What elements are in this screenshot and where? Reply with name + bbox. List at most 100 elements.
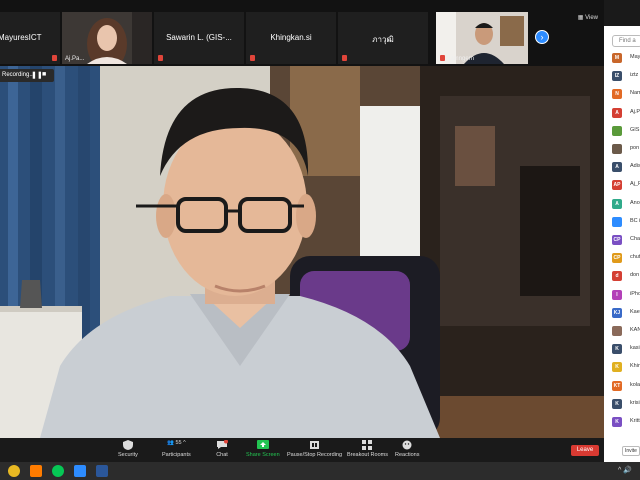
participant-list-item[interactable]: BC i <box>612 216 640 229</box>
participants-count: 55 <box>175 440 182 446</box>
muted-mic-icon <box>158 55 163 61</box>
chat-icon <box>217 440 228 449</box>
participant-list-name: Nam <box>630 90 640 97</box>
pause-recording-icon[interactable]: ❚❚ <box>31 71 43 79</box>
participant-list-name: Cha <box>630 236 640 242</box>
participant-list-item[interactable]: IZ iztz <box>612 71 640 83</box>
avatar: KT <box>612 380 622 391</box>
avatar: K <box>612 398 622 409</box>
participant-list-item[interactable]: A Ano <box>612 198 640 211</box>
participant-list-item[interactable]: KJ Kae <box>612 307 640 320</box>
reactions-button[interactable]: Reactions <box>395 440 419 458</box>
word-icon[interactable] <box>96 465 108 477</box>
avatar: I <box>612 289 622 300</box>
participant-list-item[interactable]: pon <box>612 144 640 156</box>
security-button[interactable]: Security <box>118 440 138 458</box>
chat-button[interactable]: Chat <box>216 440 228 458</box>
participant-name: MayuresICT <box>0 33 42 42</box>
participants-label: Participants <box>162 452 191 458</box>
share-screen-icon <box>256 440 269 449</box>
participant-list-name: Aj_P <box>630 181 640 188</box>
breakout-rooms-icon <box>362 440 373 450</box>
participant-tile[interactable]: Aj.Pa... <box>62 12 152 64</box>
participant-list-item[interactable]: K Kritt <box>612 417 640 429</box>
avatar: A <box>612 198 622 209</box>
leave-button[interactable]: Leave <box>571 445 599 456</box>
participant-name: ภาวุฒิ <box>372 35 394 44</box>
avatar <box>612 144 622 154</box>
participant-list-item[interactable]: IiPho <box>612 289 640 302</box>
participant-list-item[interactable]: AP Aj_P <box>612 180 640 192</box>
avatar: K <box>612 344 622 355</box>
recording-button-label: Pause/Stop Recording <box>287 452 343 458</box>
avatar: M <box>612 53 622 63</box>
participant-list-name: Khin <box>630 363 640 370</box>
next-page-button[interactable]: › <box>535 30 549 44</box>
participant-tile[interactable]: Namngern <box>436 12 528 64</box>
stop-recording-icon[interactable]: ■ <box>42 71 46 78</box>
zoom-icon[interactable] <box>74 465 86 477</box>
avatar <box>612 326 622 336</box>
recording-controls-icon <box>309 441 319 449</box>
participant-list-name: pon <box>630 145 640 151</box>
participant-list-name: May <box>630 54 640 60</box>
participant-tile[interactable]: Khingkan.si <box>246 12 336 64</box>
participant-list-item[interactable]: A Aj.P <box>612 107 640 120</box>
chrome-icon[interactable] <box>8 465 20 477</box>
meeting-toolbar: Security 👥 55 ^ Participants Chat Share … <box>0 438 604 462</box>
participant-list-name: Kae <box>630 308 640 315</box>
participant-list-name: BC i <box>630 217 640 224</box>
participant-list-item[interactable]: d don <box>612 271 640 283</box>
participant-list-item[interactable]: A Adis <box>612 162 640 174</box>
participants-button[interactable]: 👥 55 ^ Participants <box>162 440 191 458</box>
share-screen-button[interactable]: Share Screen <box>246 440 280 458</box>
view-button[interactable]: ▦ View <box>578 14 598 21</box>
participant-list-item[interactable]: CP chut <box>612 253 640 265</box>
reactions-label: Reactions <box>395 452 420 458</box>
participants-icon: 👥 55 ^ <box>167 440 186 446</box>
zoom-meeting-window: MayuresICT Aj.Pa... Sawarin L. (GIS-... … <box>0 0 640 480</box>
participant-list-item[interactable]: Kkrisi <box>612 398 640 411</box>
shield-icon <box>122 440 133 450</box>
participant-list-item[interactable]: GIS <box>612 125 640 138</box>
avatar: A <box>612 107 622 118</box>
chat-label: Chat <box>216 452 228 458</box>
avatar: K <box>612 417 622 427</box>
recording-label: Recording... <box>2 72 35 78</box>
smiley-icon <box>402 440 412 450</box>
participant-tile[interactable]: MayuresICT <box>0 12 60 64</box>
participant-list-item[interactable]: Kkasi <box>612 344 640 356</box>
participant-list-name: KAN <box>630 327 640 333</box>
participant-tile[interactable]: Sawarin L. (GIS-... <box>154 12 244 64</box>
line-icon[interactable] <box>52 465 64 477</box>
muted-mic-icon <box>342 55 347 61</box>
active-speaker-video: Recording... ❚❚ ■ <box>0 66 604 438</box>
system-tray-icons[interactable]: ^ 🔊 <box>618 466 632 474</box>
participant-list-item[interactable]: CP Cha <box>612 235 640 247</box>
avatar: CP <box>612 235 622 245</box>
avatar <box>612 125 622 136</box>
participant-list-item[interactable]: M May <box>612 53 640 65</box>
participant-list-item[interactable]: KT kola <box>612 380 640 393</box>
participant-name: Khingkan.si <box>270 33 312 42</box>
participant-list-item[interactable]: KAN <box>612 326 640 338</box>
participant-tile[interactable]: ภาวุฒิ <box>338 12 428 64</box>
invite-button[interactable]: Invite <box>622 446 640 456</box>
participant-list-name: iztz <box>630 72 639 79</box>
participant-search-input[interactable]: Find a <box>612 35 640 47</box>
participant-list-name: chut <box>630 254 640 261</box>
muted-mic-icon <box>440 55 445 61</box>
avatar: IZ <box>612 71 622 82</box>
participant-list-item[interactable]: N Nam <box>612 89 640 101</box>
participant-list-name: Aj.P <box>630 108 640 115</box>
breakout-rooms-button[interactable]: Breakout Rooms <box>347 440 388 458</box>
pause-stop-recording-button[interactable]: Pause/Stop Recording <box>287 440 342 458</box>
participant-list-item[interactable]: K Khin <box>612 362 640 374</box>
speaker-video-frame <box>0 66 604 438</box>
avatar: CP <box>612 253 622 264</box>
avatar: d <box>612 271 622 282</box>
recording-indicator: Recording... ❚❚ ■ <box>0 69 54 82</box>
illustrator-icon[interactable] <box>30 465 42 477</box>
participant-list-name: kasi <box>630 345 640 352</box>
participant-list-name: don <box>630 272 640 279</box>
